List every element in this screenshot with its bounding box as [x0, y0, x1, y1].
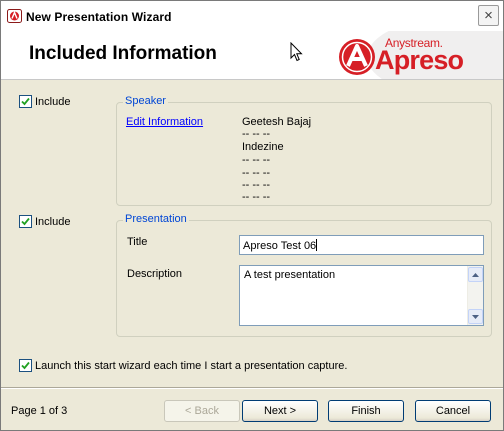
checkmark-icon — [21, 361, 30, 370]
description-label: Description — [127, 268, 183, 280]
speaker-placeholder-line: -- -- -- — [242, 128, 271, 140]
checkmark-icon — [21, 217, 30, 226]
speaker-placeholder-line: -- -- -- — [242, 167, 271, 179]
checkbox-box — [19, 95, 32, 108]
launch-wizard-checkbox[interactable]: Launch this start wizard each time I sta… — [19, 359, 347, 372]
finish-button[interactable]: Finish — [328, 400, 404, 422]
speaker-name: Geetesh Bajaj — [242, 116, 312, 128]
description-textarea[interactable]: A test presentation — [239, 265, 484, 326]
footer-separator — [1, 387, 503, 389]
checkbox-box — [19, 215, 32, 228]
speaker-legend: Speaker — [123, 95, 168, 107]
wizard-header: Included Information Anystream. Apreso — [1, 31, 503, 80]
scroll-up-button[interactable] — [468, 267, 483, 282]
apreso-logo-icon — [339, 39, 375, 75]
scroll-up-icon — [472, 272, 479, 277]
presentation-include-label: Include — [35, 215, 71, 228]
presentation-legend: Presentation — [123, 213, 189, 225]
speaker-placeholder-line: -- -- -- — [242, 191, 271, 203]
next-button[interactable]: Next > — [242, 400, 318, 422]
finish-button-label: Finish — [351, 405, 381, 417]
title-input-value: Apreso Test 06 — [243, 240, 317, 252]
app-icon — [7, 9, 22, 23]
speaker-include-checkbox[interactable]: Include — [19, 95, 70, 108]
logo-text-apreso: Apreso — [375, 45, 464, 75]
back-button[interactable]: < Back — [164, 400, 240, 422]
cancel-button-label: Cancel — [435, 405, 471, 417]
speaker-groupbox: Speaker Edit Information Geetesh Bajaj -… — [116, 95, 492, 206]
page-title: Included Information — [29, 43, 217, 64]
window-title: New Presentation Wizard — [26, 10, 172, 24]
next-button-label: Next > — [263, 405, 297, 417]
launch-wizard-label: Launch this start wizard each time I sta… — [35, 359, 348, 372]
close-button[interactable]: × — [478, 5, 499, 26]
close-icon: × — [484, 7, 493, 24]
title-bar: New Presentation Wizard × — [1, 1, 503, 31]
checkmark-icon — [21, 97, 30, 106]
title-label: Title — [127, 236, 148, 248]
scroll-down-button[interactable] — [468, 309, 483, 324]
speaker-placeholder-line: -- -- -- — [242, 179, 271, 191]
description-value: A test presentation — [244, 269, 336, 281]
presentation-include-checkbox[interactable]: Include — [19, 215, 70, 228]
cancel-button[interactable]: Cancel — [415, 400, 491, 422]
speaker-placeholder-line: -- -- -- — [242, 154, 271, 166]
title-input[interactable]: Apreso Test 06 — [239, 235, 484, 255]
mouse-cursor-icon — [290, 42, 303, 62]
edit-information-link[interactable]: Edit Information — [126, 116, 203, 128]
text-caret — [316, 239, 318, 251]
back-button-label: < Back — [185, 405, 219, 417]
scroll-down-icon — [472, 314, 479, 319]
speaker-include-label: Include — [35, 95, 71, 108]
checkbox-box — [19, 359, 32, 372]
wizard-window: New Presentation Wizard × Included Infor… — [0, 0, 504, 431]
page-indicator: Page 1 of 3 — [11, 405, 68, 417]
apreso-logo: Anystream. Apreso — [329, 31, 503, 79]
speaker-company: Indezine — [242, 141, 284, 153]
description-scrollbar[interactable] — [467, 266, 483, 325]
